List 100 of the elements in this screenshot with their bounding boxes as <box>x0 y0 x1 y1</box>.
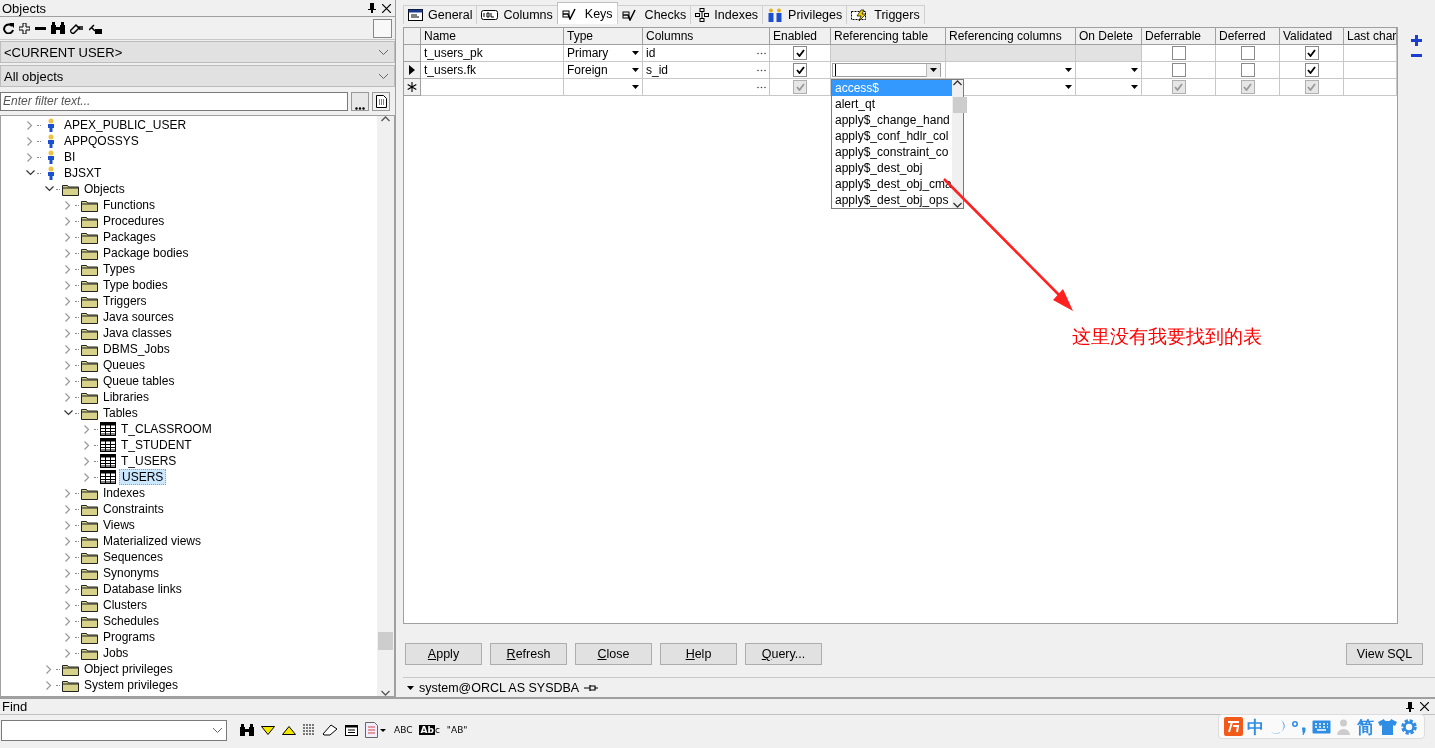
collapsed-chevron-icon[interactable] <box>27 120 33 130</box>
row-header[interactable] <box>404 62 421 79</box>
tree-item[interactable]: Indexes <box>101 486 148 500</box>
dropdown-arrow-icon[interactable] <box>632 85 639 89</box>
collapsed-chevron-icon[interactable] <box>65 632 71 642</box>
chevron-down-icon[interactable] <box>379 73 388 79</box>
scroll-up-icon[interactable] <box>952 80 962 86</box>
tree-item[interactable]: BJSXT <box>62 166 104 180</box>
pin-icon[interactable] <box>368 3 376 13</box>
column-header[interactable]: Validated <box>1280 28 1344 45</box>
tree-item[interactable]: DBMS_Jobs <box>101 342 172 356</box>
table-cell[interactable]: t_users.fk <box>421 62 564 79</box>
collapsed-chevron-icon[interactable] <box>65 648 71 658</box>
toolbar-label[interactable]: ABC <box>394 725 413 735</box>
find-next-icon[interactable] <box>261 725 275 735</box>
tree-item[interactable]: Schedules <box>101 614 162 628</box>
tab[interactable]: Privileges <box>762 5 848 24</box>
list-item[interactable]: apply$_change_hand <box>832 112 952 128</box>
logo-icon[interactable] <box>1224 717 1243 736</box>
pin-icon[interactable] <box>1406 701 1414 712</box>
collapsed-chevron-icon[interactable] <box>65 584 71 594</box>
button[interactable]: Query... <box>745 643 822 666</box>
add-icon[interactable] <box>1411 35 1422 46</box>
collapsed-chevron-icon[interactable] <box>46 664 52 674</box>
tree-item[interactable]: Java sources <box>101 310 176 324</box>
refresh-icon[interactable] <box>3 22 14 34</box>
scroll-down-icon[interactable] <box>952 202 962 208</box>
checkbox[interactable] <box>1171 46 1186 60</box>
collapsed-chevron-icon[interactable] <box>65 504 71 514</box>
document-button[interactable] <box>372 91 390 111</box>
expanded-chevron-icon[interactable] <box>44 186 54 192</box>
tree-item[interactable]: APPQOSSYS <box>62 134 141 148</box>
dropdown-arrow-icon[interactable] <box>1065 85 1072 89</box>
collapsed-chevron-icon[interactable] <box>46 680 52 690</box>
columns-cell[interactable]: id <box>643 45 770 62</box>
close-icon[interactable] <box>1420 701 1429 711</box>
tree-item[interactable]: Constraints <box>101 502 166 516</box>
list-item[interactable]: apply$_dest_obj <box>832 160 952 176</box>
highlight-icon[interactable] <box>303 724 315 736</box>
view-sql-button[interactable]: View SQL <box>1346 643 1423 666</box>
tree-item[interactable]: T_USERS <box>119 454 179 468</box>
row-header[interactable] <box>404 79 421 96</box>
tree-item[interactable]: USERS <box>119 469 167 485</box>
scroll-down-icon[interactable] <box>381 690 390 696</box>
collapsed-chevron-icon[interactable] <box>65 568 71 578</box>
expanded-chevron-icon[interactable] <box>25 170 35 176</box>
collapsed-chevron-icon[interactable] <box>84 440 90 450</box>
column-header[interactable]: Last char <box>1344 28 1397 45</box>
dropdown-arrow-icon[interactable] <box>407 685 414 690</box>
tree-item[interactable]: Package bodies <box>101 246 191 260</box>
table-cell[interactable]: t_users_pk <box>421 45 564 62</box>
checkbox[interactable] <box>1304 46 1319 60</box>
tree-item[interactable]: Procedures <box>101 214 167 228</box>
list-item[interactable]: alert_qt <box>832 96 952 112</box>
search-dropdown[interactable] <box>1 719 227 741</box>
ellipsis-icon[interactable] <box>757 68 766 72</box>
more-button[interactable] <box>351 91 369 111</box>
scroll-up-icon[interactable] <box>381 116 390 122</box>
collapsed-chevron-icon[interactable] <box>84 424 90 434</box>
column-header[interactable]: Referencing table <box>831 28 946 45</box>
scrollbar[interactable] <box>377 116 394 696</box>
chevron-down-icon[interactable] <box>379 49 388 55</box>
chevron-down-icon[interactable] <box>213 727 222 733</box>
binoculars-icon[interactable] <box>51 22 65 34</box>
column-header[interactable]: Enabled <box>770 28 831 45</box>
settings-icon[interactable] <box>1400 717 1418 736</box>
pin-icon[interactable] <box>584 683 599 692</box>
column-header[interactable]: Type <box>564 28 643 45</box>
checkbox[interactable] <box>1304 63 1319 77</box>
collapsed-chevron-icon[interactable] <box>65 216 71 226</box>
collapsed-chevron-icon[interactable] <box>84 472 90 482</box>
find-previous-icon[interactable] <box>282 725 296 735</box>
checkbox[interactable] <box>1240 63 1255 77</box>
document-icon[interactable] <box>365 722 387 738</box>
tree-item[interactable]: Java classes <box>101 326 174 340</box>
tree-item[interactable]: Clusters <box>101 598 149 612</box>
collapsed-chevron-icon[interactable] <box>65 552 71 562</box>
ellipsis-icon[interactable] <box>757 85 766 89</box>
dropdown-arrow-icon[interactable] <box>1131 68 1138 72</box>
checkbox[interactable] <box>1171 63 1186 77</box>
collapsed-chevron-icon[interactable] <box>65 248 71 258</box>
tree-item[interactable]: Programs <box>101 630 157 644</box>
checkbox[interactable] <box>793 46 807 60</box>
object-type-dropdown[interactable]: All objects <box>0 65 395 87</box>
tree-item[interactable]: APEX_PUBLIC_USER <box>62 118 189 132</box>
tab[interactable]: General <box>403 5 478 24</box>
close-icon[interactable] <box>382 3 391 13</box>
tree-item[interactable]: Object privileges <box>82 662 175 676</box>
tab[interactable]: Indexes <box>690 5 764 24</box>
tree-item[interactable]: Synonyms <box>101 566 162 580</box>
tree-item[interactable]: Queues <box>101 358 148 372</box>
scroll-thumb[interactable] <box>378 632 393 650</box>
checkbox[interactable] <box>1240 46 1255 60</box>
ellipsis-icon[interactable] <box>757 51 766 55</box>
tree-item[interactable]: Types <box>101 262 137 276</box>
plus-icon[interactable] <box>19 22 30 34</box>
list-item[interactable]: apply$_constraint_co <box>832 144 952 160</box>
collapsed-chevron-icon[interactable] <box>65 536 71 546</box>
collapsed-chevron-icon[interactable] <box>27 136 33 146</box>
tab[interactable]: Triggers <box>846 5 925 24</box>
